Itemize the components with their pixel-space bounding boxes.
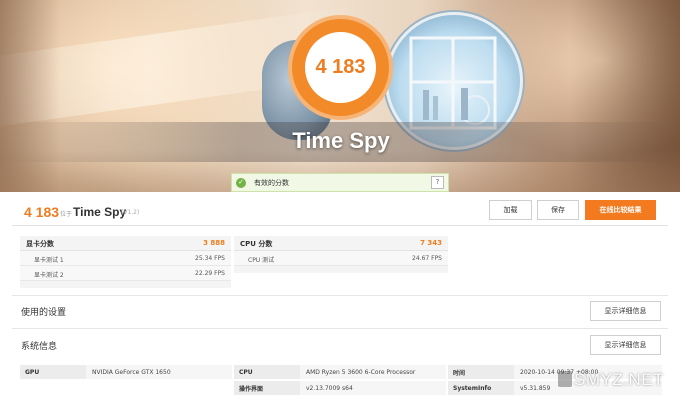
load-button[interactable]: 加载	[489, 200, 532, 220]
result-panel: 4 183 位于 Time Spy (V1.2) 加载 保存 在线比较结果 显卡…	[12, 192, 668, 401]
score-ring: 4 183	[292, 19, 389, 116]
sysinfo-systeminfo-key: SystemInfo	[448, 381, 514, 395]
valid-score-bar: ✓ 有效的分数 ?	[231, 173, 449, 192]
watermark-badge-icon	[558, 371, 572, 387]
sysinfo-gpu-key: GPU	[20, 365, 86, 379]
result-score: 4 183	[24, 204, 60, 220]
compare-online-button[interactable]: 在线比较结果	[585, 200, 656, 220]
divider	[12, 328, 668, 329]
cpu-score-value: 7 343	[420, 239, 442, 247]
gpu-score-value: 3 888	[203, 239, 225, 247]
table-row: 显卡测试 2 22.29 FPS	[20, 266, 231, 281]
sysinfo-gui-value: v2.13.7009 s64	[300, 381, 446, 395]
watermark: SMYZ.NET	[574, 370, 664, 389]
hero-score: 4 183	[315, 56, 366, 78]
valid-score-text: 有效的分数	[254, 178, 289, 187]
gpu-score-header: 显卡分数 3 888	[20, 236, 231, 251]
benchmark-version: (V1.2)	[121, 209, 140, 216]
settings-title: 使用的设置	[21, 308, 67, 318]
result-header: 4 183 位于 Time Spy (V1.2) 加载 保存 在线比较结果	[12, 192, 668, 226]
benchmark-name: Time Spy	[73, 205, 127, 219]
sysinfo-title: 系统信息	[21, 342, 58, 352]
table-row: 显卡测试 1 25.34 FPS	[20, 251, 231, 266]
save-button[interactable]: 保存	[537, 200, 579, 220]
help-button[interactable]: ?	[431, 176, 444, 189]
check-icon: ✓	[236, 177, 246, 188]
hero-title: Time Spy	[292, 128, 390, 153]
sysinfo-time-key: 时间	[448, 365, 514, 379]
cpu-score-table: CPU 分数 7 343 CPU 测试 24.67 FPS	[234, 236, 448, 273]
sysinfo-detail-button[interactable]: 显示详细信息	[590, 335, 661, 355]
table-row: CPU 测试 24.67 FPS	[234, 251, 448, 266]
cpu-test-value: 24.67 FPS	[412, 255, 442, 262]
gpu-score-table: 显卡分数 3 888 显卡测试 1 25.34 FPS 显卡测试 2 22.29…	[20, 236, 231, 288]
cpu-test-label: CPU 测试	[248, 257, 275, 264]
orb-window-frame	[409, 36, 497, 130]
sysinfo-cpu-key: CPU	[234, 365, 300, 379]
divider	[12, 295, 668, 296]
gpu-test-1-label: 显卡测试 1	[34, 257, 64, 264]
sysinfo-cpu-value: AMD Ryzen 5 3600 6-Core Processor	[300, 365, 446, 379]
gpu-test-2-value: 22.29 FPS	[195, 270, 225, 277]
score-unit: 位于	[60, 211, 73, 218]
gpu-test-2-label: 显卡测试 2	[34, 272, 64, 279]
gpu-score-label: 显卡分数	[26, 240, 54, 248]
gpu-test-1-value: 25.34 FPS	[195, 255, 225, 262]
sysinfo-gpu-value: NVIDIA GeForce GTX 1650	[86, 365, 232, 379]
cpu-score-header: CPU 分数 7 343	[234, 236, 448, 251]
cpu-score-label: CPU 分数	[240, 240, 273, 248]
hero-banner: 4 183 Time Spy	[0, 0, 680, 192]
sysinfo-gui-key: 操作界面	[234, 381, 300, 395]
score-ring-inner: 4 183	[305, 32, 376, 103]
settings-detail-button[interactable]: 显示详细信息	[590, 301, 661, 321]
